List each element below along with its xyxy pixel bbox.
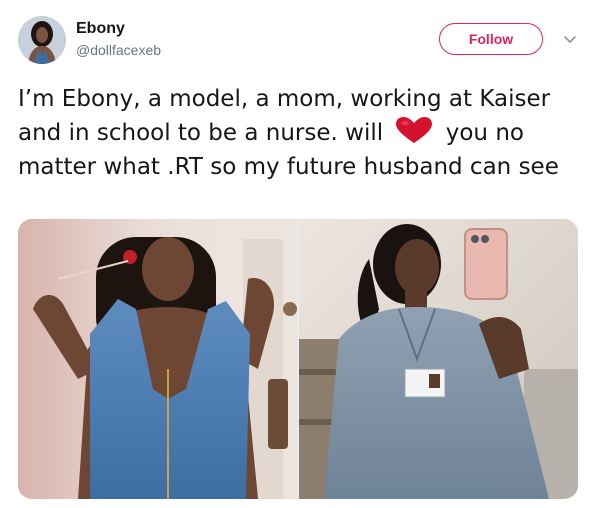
tweet-card: Ebony @dollfacexeb Follow I’m Ebony, a m… <box>0 0 595 508</box>
media-photo-right[interactable] <box>299 219 578 499</box>
media-photo-left[interactable] <box>18 219 297 499</box>
avatar[interactable] <box>18 16 66 64</box>
display-name[interactable]: Ebony <box>76 19 125 39</box>
heart-emoji <box>394 116 434 144</box>
follow-button[interactable]: Follow <box>439 23 543 55</box>
user-handle[interactable]: @dollfacexeb <box>76 41 161 59</box>
tweet-text: I’m Ebony, a model, a mom, working at Ka… <box>18 82 583 184</box>
chevron-down-icon[interactable] <box>561 30 579 48</box>
media-grid <box>18 219 578 499</box>
